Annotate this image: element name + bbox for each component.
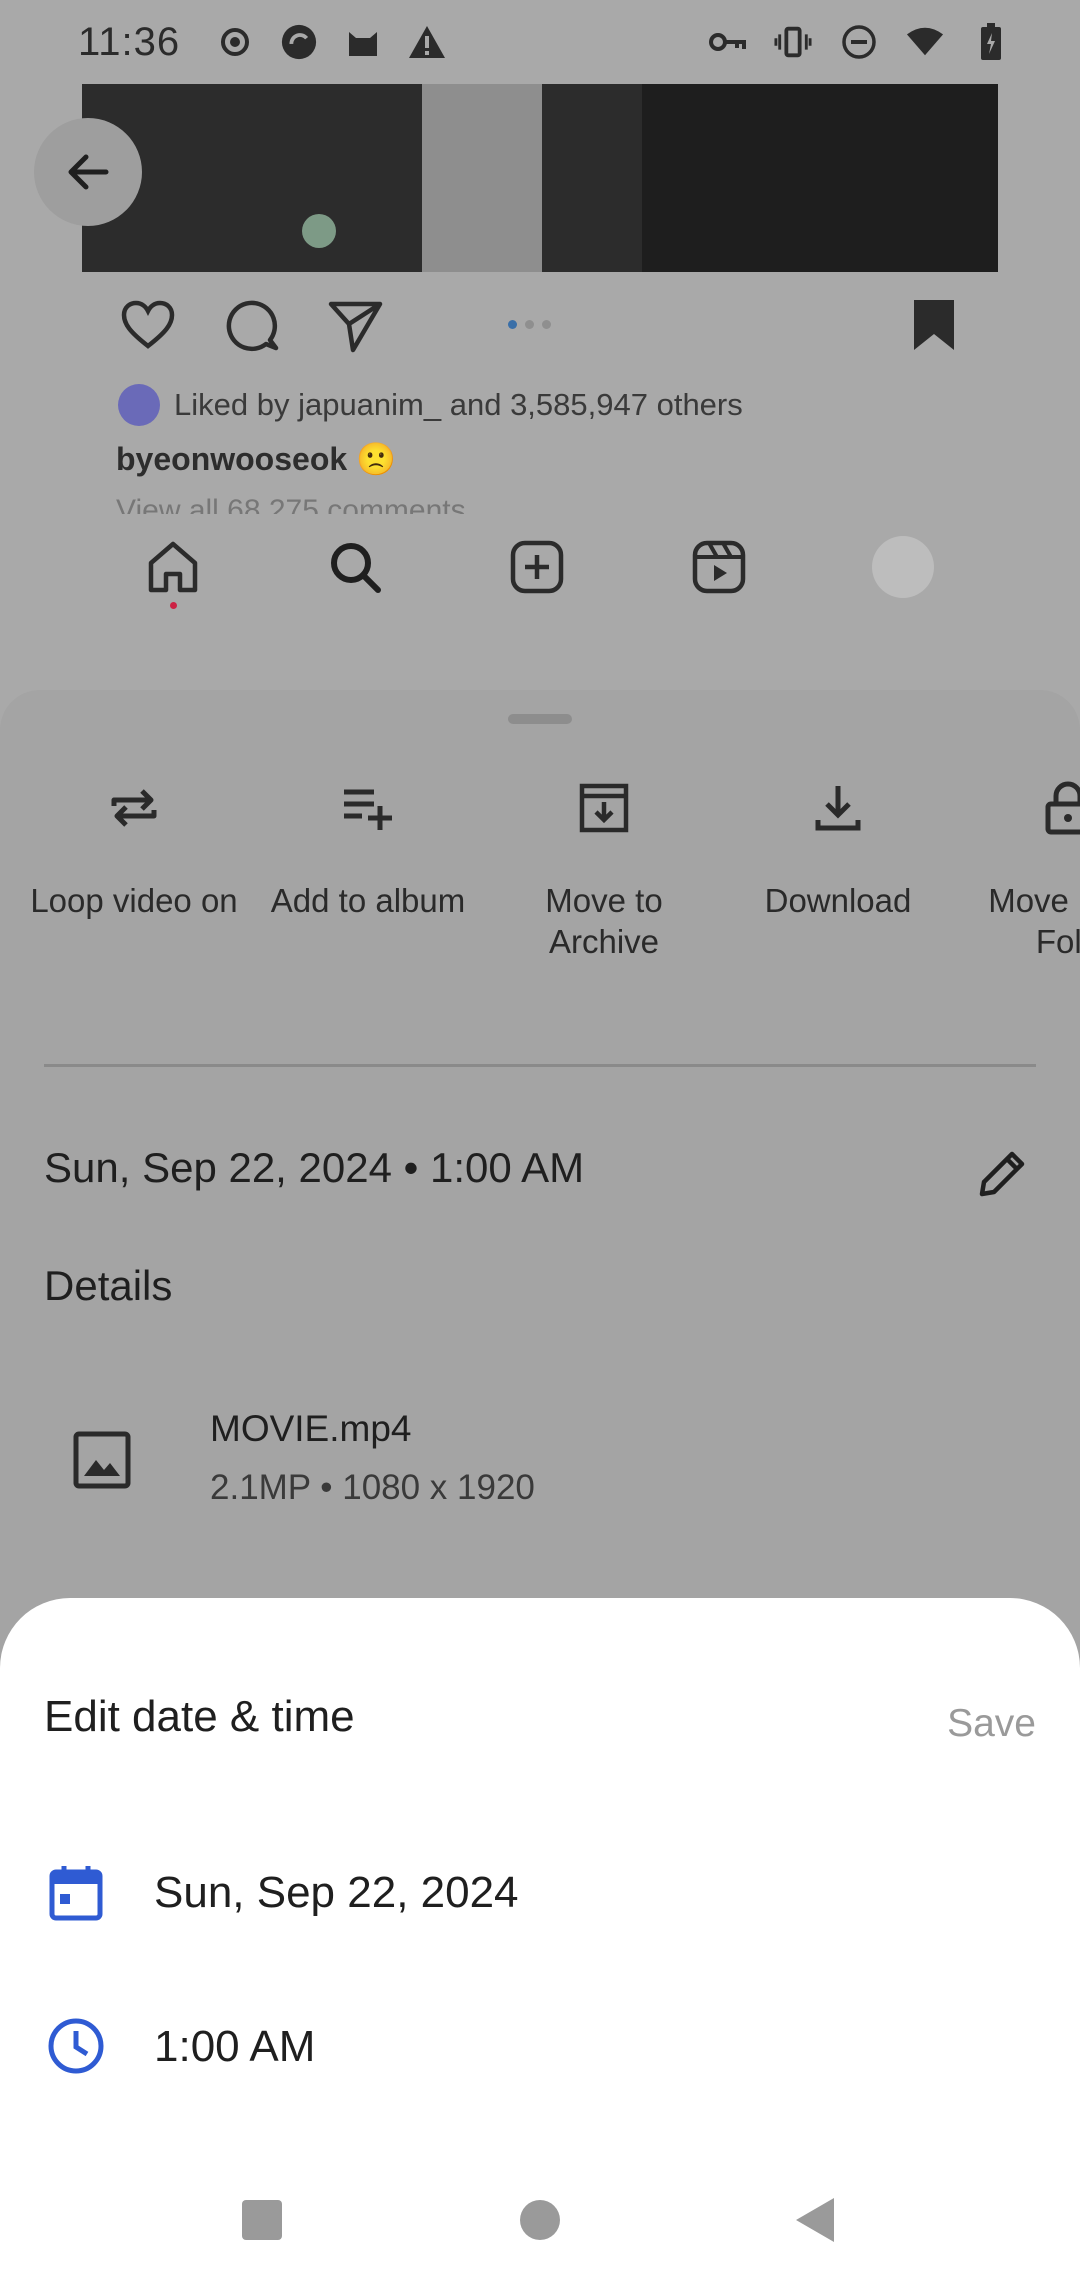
- loop-video-button[interactable]: Loop video on: [24, 766, 244, 921]
- photo-info-sheet: Loop video on Add to album Move to Archi…: [0, 690, 1080, 1690]
- system-nav-bar: [0, 2160, 1080, 2280]
- time-picker-row[interactable]: 1:00 AM: [0, 1986, 1080, 2106]
- cat-icon: [344, 23, 382, 61]
- warning-icon: [408, 23, 446, 61]
- caption-user: byeonwooseok 🙁: [116, 441, 396, 477]
- liker-avatar: [118, 384, 160, 426]
- time-value: 1:00 AM: [154, 2022, 316, 2071]
- share-icon[interactable]: [326, 296, 386, 356]
- clock-icon: [46, 2016, 106, 2076]
- bookmark-icon[interactable]: [904, 296, 964, 356]
- playlist-add-icon: [258, 766, 478, 850]
- edit-sheet-title: Edit date & time: [44, 1692, 355, 1741]
- view-comments-link[interactable]: View all 68,275 comments: [116, 494, 466, 514]
- status-time: 11:36: [78, 19, 181, 64]
- move-to-locked-folder-label: Move Lock Fold: [988, 882, 1080, 960]
- home-notification-dot: [170, 602, 177, 609]
- vibrate-icon: [774, 23, 812, 61]
- carousel-dots: [508, 320, 551, 329]
- date-value: Sun, Sep 22, 2024: [154, 1868, 519, 1917]
- heart-icon[interactable]: [118, 296, 178, 356]
- instagram-bottom-nav: [140, 534, 960, 609]
- move-to-archive-label: Move to Archive: [545, 882, 663, 960]
- recents-button[interactable]: [232, 2190, 292, 2250]
- edit-pencil-icon[interactable]: [972, 1144, 1032, 1204]
- arrow-back-icon: [68, 154, 109, 190]
- profile-avatar[interactable]: [870, 534, 936, 600]
- add-to-album-label: Add to album: [270, 882, 466, 919]
- reels-icon[interactable]: [686, 534, 752, 600]
- date-time-text: Sun, Sep 22, 2024 • 1:00 AM: [44, 1144, 585, 1191]
- record-icon: [216, 23, 254, 61]
- sync-icon: [280, 23, 318, 61]
- download-button[interactable]: Download: [728, 766, 948, 921]
- details-heading: Details: [44, 1262, 173, 1309]
- loop-icon: [24, 766, 244, 850]
- lock-icon: [958, 766, 1080, 850]
- add-to-album-button[interactable]: Add to album: [258, 766, 478, 921]
- status-bar: 11:36: [0, 0, 1080, 84]
- archive-icon: [494, 766, 714, 850]
- create-icon[interactable]: [504, 534, 570, 600]
- move-to-archive-button[interactable]: Move to Archive: [494, 766, 714, 962]
- post-actions: [118, 296, 964, 356]
- likes-text: Liked by japuanim_ and 3,585,947 others: [174, 387, 743, 422]
- date-picker-row[interactable]: Sun, Sep 22, 2024: [0, 1832, 1080, 1952]
- comment-icon[interactable]: [222, 296, 282, 356]
- back-nav-button[interactable]: [786, 2190, 846, 2250]
- download-label: Download: [764, 882, 912, 919]
- drag-handle[interactable]: [508, 714, 572, 724]
- file-name: MOVIE.mp4: [210, 1408, 412, 1449]
- image-icon: [70, 1428, 134, 1492]
- video-preview[interactable]: [82, 84, 998, 272]
- dnd-icon: [840, 23, 878, 61]
- search-icon[interactable]: [322, 534, 388, 600]
- vpn-key-icon: [708, 23, 746, 61]
- loop-video-label: Loop video on: [30, 882, 238, 919]
- home-button[interactable]: [510, 2190, 570, 2250]
- battery-icon: [972, 23, 1010, 61]
- likes-row: Liked by japuanim_ and 3,585,947 others: [118, 384, 743, 426]
- wifi-icon: [906, 23, 944, 61]
- home-icon[interactable]: [140, 534, 206, 600]
- download-icon: [728, 766, 948, 850]
- actions-row: Loop video on Add to album Move to Archi…: [0, 766, 1080, 1006]
- divider: [44, 1064, 1036, 1067]
- file-meta: 2.1MP • 1080 x 1920: [210, 1468, 535, 1507]
- back-button[interactable]: [34, 118, 142, 226]
- calendar-icon: [46, 1862, 106, 1922]
- move-to-locked-folder-button[interactable]: Move Lock Fold: [958, 766, 1080, 962]
- save-button[interactable]: Save: [886, 1694, 1036, 1754]
